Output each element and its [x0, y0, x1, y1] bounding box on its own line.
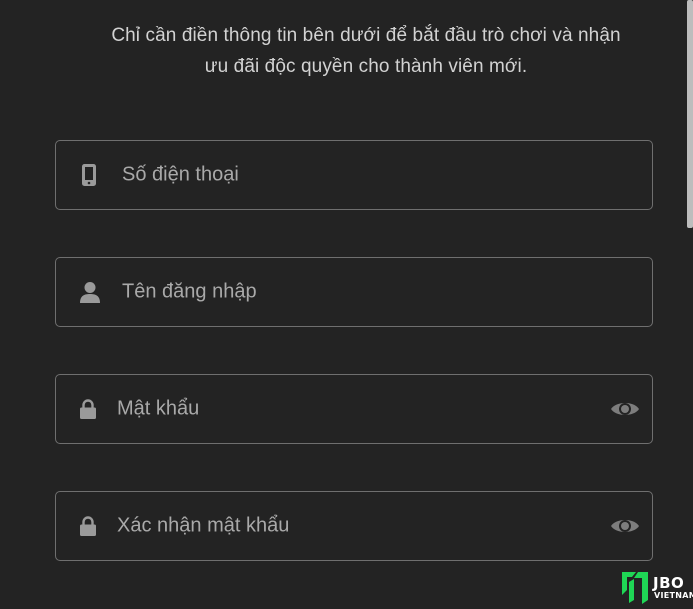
confirm-password-input-placeholder: Xác nhận mật khẩu	[117, 514, 290, 537]
jbo-logo: JBO VIETNAM	[620, 568, 693, 609]
eye-icon[interactable]	[610, 516, 640, 536]
jbo-logo-mark	[622, 572, 648, 604]
eye-icon[interactable]	[610, 399, 640, 419]
password-input-placeholder: Mật khẩu	[117, 397, 200, 420]
username-input-placeholder: Tên đăng nhập	[122, 280, 257, 303]
confirm-password-field[interactable]: Xác nhận mật khẩu	[55, 491, 653, 561]
intro-line-1: Chỉ cần điền thông tin bên dưới để bắt đ…	[111, 25, 621, 46]
lock-icon	[80, 399, 96, 419]
phone-input-placeholder: Số điện thoại	[122, 163, 239, 186]
user-icon	[80, 281, 100, 303]
phone-icon	[81, 163, 97, 187]
intro-text: Chỉ cần điền thông tin bên dưới để bắt đ…	[56, 20, 676, 82]
intro-line-2: ưu đãi độc quyền cho thành viên mới.	[204, 56, 528, 77]
username-field[interactable]: Tên đăng nhập	[55, 257, 653, 327]
password-field[interactable]: Mật khẩu	[55, 374, 653, 444]
phone-field[interactable]: Số điện thoại	[55, 140, 653, 210]
logo-sub: VIETNAM	[654, 591, 693, 600]
scrollbar[interactable]	[687, 0, 693, 609]
logo-brand: JBO	[653, 574, 685, 592]
scrollbar-thumb[interactable]	[687, 0, 693, 228]
lock-icon	[80, 516, 96, 536]
